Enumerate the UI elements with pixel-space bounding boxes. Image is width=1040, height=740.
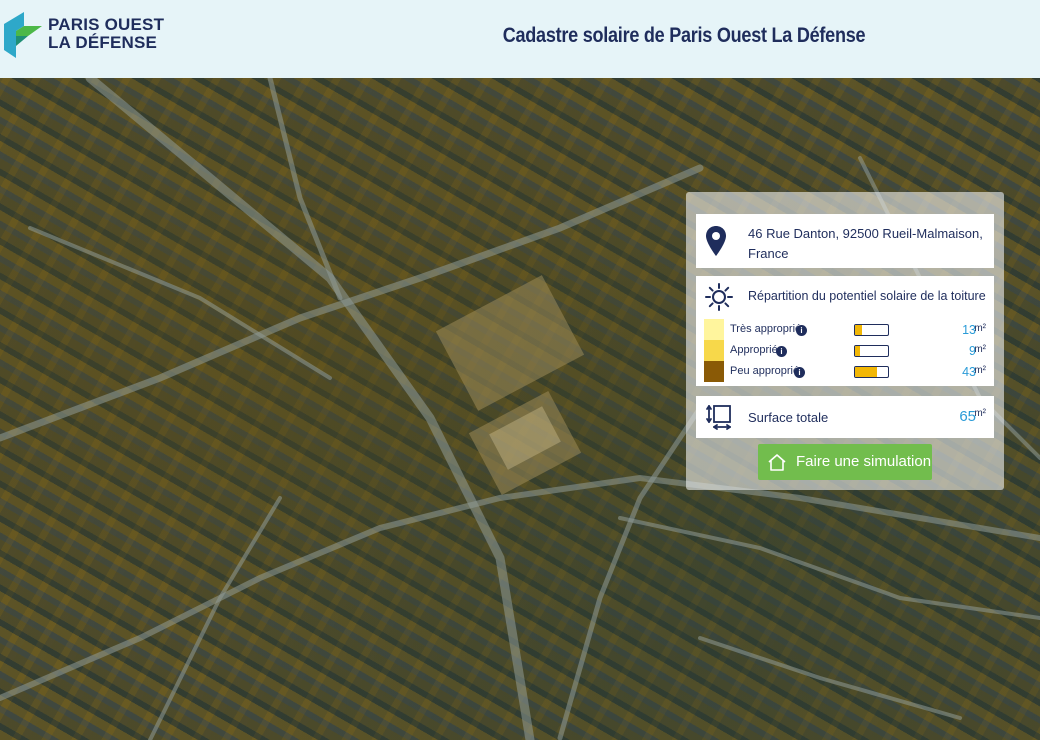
potential-unit: m²	[974, 323, 986, 334]
address-line-2: France	[748, 246, 789, 261]
potential-row-tres-approprie: Très approprié i 13 m²	[696, 319, 994, 340]
info-icon[interactable]: i	[776, 346, 787, 357]
solar-potential-card: Répartition du potentiel solaire de la t…	[696, 276, 994, 386]
potential-label: Très approprié	[730, 323, 802, 335]
address-card: 46 Rue Danton, 92500 Rueil-Malmaison, Fr…	[696, 214, 994, 268]
home-icon	[768, 454, 786, 471]
info-icon[interactable]: i	[794, 367, 805, 378]
total-surface-label: Surface totale	[748, 410, 829, 425]
potential-swatch	[704, 361, 724, 382]
potential-row-approprie: Approprié i 9 m²	[696, 340, 994, 361]
ruler-area-icon	[706, 405, 731, 430]
solar-distribution-title: Répartition du potentiel solaire de la t…	[748, 289, 986, 303]
page-title: Cadastre solaire de Paris Ouest La Défen…	[502, 24, 866, 47]
address-line-1: 46 Rue Danton, 92500 Rueil-Malmaison,	[748, 226, 983, 241]
potential-unit: m²	[974, 365, 986, 376]
total-surface-card: Surface totale 65 m²	[696, 396, 994, 438]
logo-icon[interactable]	[4, 12, 44, 58]
logo-line-2: LA DÉFENSE	[48, 33, 158, 52]
potential-swatch	[704, 340, 724, 361]
potential-row-peu-approprie: Peu approprié i 43 m²	[696, 361, 994, 382]
logo-line-1: PARIS OUEST	[48, 15, 165, 34]
potential-bar-fill	[855, 346, 860, 356]
app-header: PARIS OUEST LA DÉFENSE Cadastre solaire …	[0, 0, 1040, 78]
map-pin-icon	[706, 226, 726, 256]
potential-label: Approprié	[730, 344, 778, 356]
logo-wordmark[interactable]: PARIS OUEST LA DÉFENSE	[48, 16, 164, 52]
info-icon[interactable]: i	[796, 325, 807, 336]
potential-bar	[854, 366, 889, 378]
potential-swatch	[704, 319, 724, 340]
total-surface-unit: m²	[974, 408, 986, 419]
simulation-button[interactable]: Faire une simulation	[758, 444, 932, 480]
potential-bar	[854, 324, 889, 336]
simulation-button-label: Faire une simulation	[796, 453, 932, 470]
potential-unit: m²	[974, 344, 986, 355]
address-text: 46 Rue Danton, 92500 Rueil-Malmaison, Fr…	[748, 224, 984, 264]
sun-icon	[705, 283, 733, 311]
potential-bar-fill	[855, 367, 877, 377]
potential-bar	[854, 345, 889, 357]
potential-bar-fill	[855, 325, 862, 335]
potential-label: Peu approprié	[730, 365, 800, 377]
info-panel: 46 Rue Danton, 92500 Rueil-Malmaison, Fr…	[686, 192, 1004, 490]
